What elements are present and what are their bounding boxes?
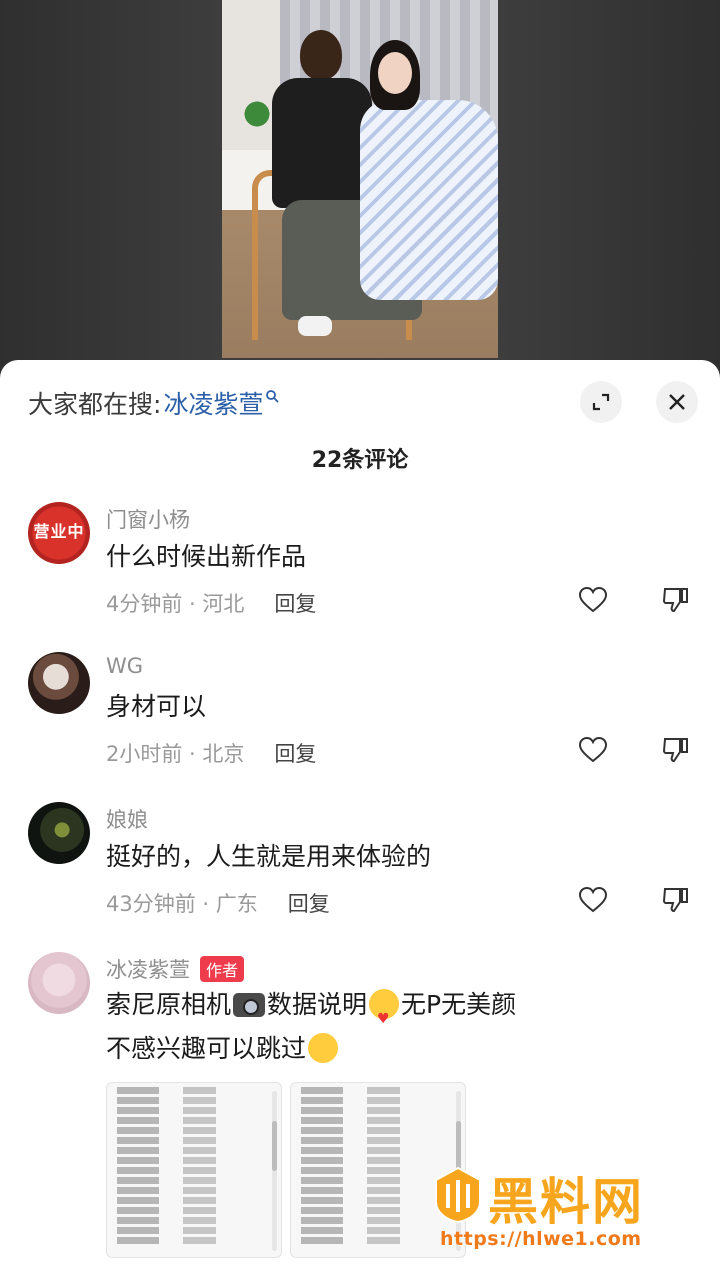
search-keyword[interactable]: 冰凌紫萱 <box>163 385 263 421</box>
time-location: 43分钟前 · 广东 <box>106 892 258 916</box>
text-part: 数据说明 <box>267 990 368 1019</box>
time-location: 4分钟前 · 河北 <box>106 592 245 616</box>
username-text: WG <box>106 654 144 678</box>
comment-meta: 4分钟前 · 河北 回复 <box>106 588 316 618</box>
avatar[interactable] <box>28 952 90 1014</box>
search-icon <box>265 388 280 407</box>
comment-count: 22条评论 <box>311 448 409 473</box>
reply-button[interactable]: 回复 <box>274 588 316 618</box>
watermark-url: https://hlwe1.com <box>440 1228 642 1250</box>
man-shirt <box>272 78 372 208</box>
like-icon[interactable] <box>578 586 608 614</box>
comment-image[interactable] <box>106 1082 282 1258</box>
username-text: 娘娘 <box>106 808 148 832</box>
avatar-text: 营业中 <box>33 522 85 541</box>
comment-username[interactable]: 冰凌紫萱 作者 <box>106 954 245 984</box>
comment-text: 什么时候出新作品 <box>106 542 307 571</box>
username-text: 门窗小杨 <box>106 508 190 532</box>
dislike-icon[interactable] <box>662 736 690 764</box>
woman-dress <box>360 100 498 300</box>
watermark-title: 黑料网 <box>488 1173 644 1231</box>
text-part: 无P无美颜 <box>401 990 517 1019</box>
text-part: 索尼原相机 <box>106 990 232 1019</box>
camera-emoji-icon <box>233 993 266 1017</box>
reply-button[interactable]: 回复 <box>274 738 316 768</box>
comment-meta: 2小时前 · 北京 回复 <box>106 738 316 768</box>
person-woman <box>360 40 498 310</box>
comment-text: 索尼原相机 数据说明 无P无美颜 <box>106 988 517 1036</box>
expand-icon <box>591 392 611 412</box>
dislike-icon[interactable] <box>662 886 690 914</box>
search-prefix: 大家都在搜: <box>28 390 162 419</box>
comment-text: 挺好的，人生就是用来体验的 <box>106 842 432 871</box>
avatar[interactable] <box>28 802 90 864</box>
watermark-logo-icon <box>435 1166 481 1224</box>
comment-text: 身材可以 <box>106 692 207 721</box>
avatar[interactable] <box>28 652 90 714</box>
comment-images <box>106 1082 466 1258</box>
close-icon <box>667 392 687 412</box>
woman-face <box>378 52 412 94</box>
expand-button[interactable] <box>580 381 622 423</box>
smile-emoji-icon <box>308 1033 339 1063</box>
like-icon[interactable] <box>578 736 608 764</box>
reply-button[interactable]: 回复 <box>288 888 330 918</box>
plant <box>244 98 270 138</box>
dislike-icon[interactable] <box>662 586 690 614</box>
comment-meta: 43分钟前 · 广东 回复 <box>106 888 330 918</box>
avatar[interactable]: 营业中 <box>28 502 90 564</box>
search-suggestion[interactable]: 大家都在搜: 冰凌紫萱 <box>28 385 280 421</box>
man-head <box>300 30 342 80</box>
like-icon[interactable] <box>578 886 608 914</box>
username-text: 冰凌紫萱 <box>106 958 190 982</box>
comment-text-line2: 不感兴趣可以跳过 <box>106 1032 340 1066</box>
video-thumbnail[interactable] <box>222 0 498 358</box>
comment-username[interactable]: 娘娘 <box>106 804 148 834</box>
author-badge: 作者 <box>200 956 245 982</box>
close-button[interactable] <box>656 381 698 423</box>
heart-face-emoji-icon <box>369 989 400 1036</box>
image-scrollbar <box>272 1091 277 1251</box>
man-shoe <box>298 316 332 336</box>
time-location: 2小时前 · 北京 <box>106 742 245 766</box>
comment-username[interactable]: WG <box>106 654 143 678</box>
video-area[interactable] <box>0 0 720 380</box>
text-part: 不感兴趣可以跳过 <box>106 1034 307 1063</box>
comment-sheet: 大家都在搜: 冰凌紫萱 22条评论 营业中 门窗小杨 什么时候出新作品 4分钟前… <box>0 360 720 1280</box>
comment-username[interactable]: 门窗小杨 <box>106 504 190 534</box>
screen: 大家都在搜: 冰凌紫萱 22条评论 营业中 门窗小杨 什么时候出新作品 4分钟前… <box>0 0 720 1280</box>
watermark: 黑料网 https://hlwe1.com <box>432 1160 702 1260</box>
